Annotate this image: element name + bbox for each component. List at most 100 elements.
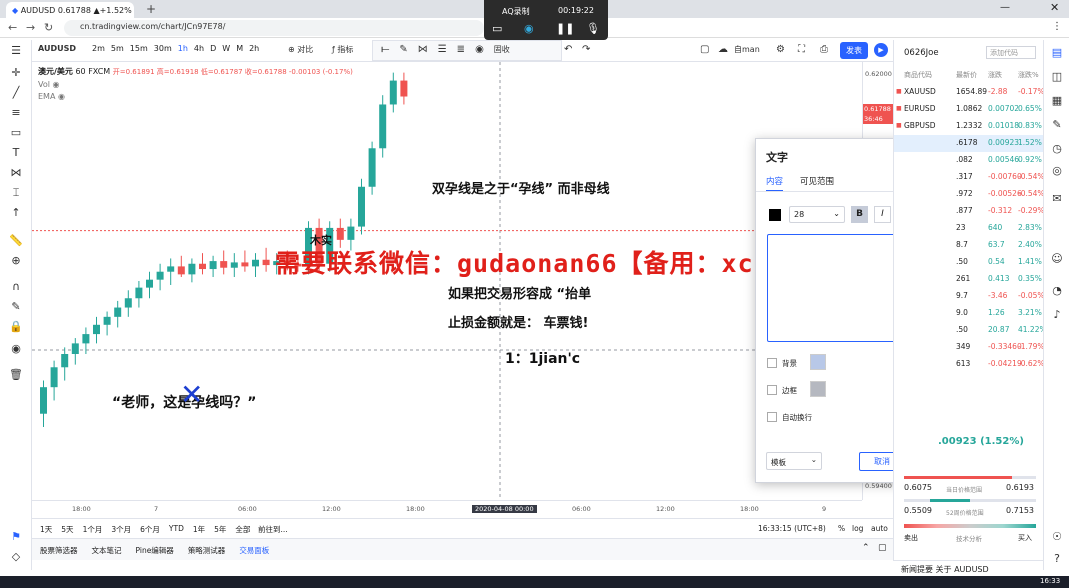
interval-M[interactable]: M [236, 44, 243, 53]
annotation-text-4[interactable]: 1：1jian'c [505, 348, 580, 368]
interval-30m[interactable]: 30m [154, 44, 172, 53]
interval-W[interactable]: W [222, 44, 230, 53]
bottom-tab[interactable]: 股票筛选器 [40, 545, 78, 556]
text-tool-icon[interactable]: T [9, 146, 23, 160]
pen-tool-icon[interactable]: ✎ [399, 44, 407, 57]
candle-body[interactable] [82, 334, 90, 344]
range-button[interactable]: 6个月 [140, 524, 160, 535]
recorder-mic-icon[interactable]: 🎙 [586, 22, 600, 35]
ruler-icon[interactable]: 📏 [9, 234, 23, 248]
watchlist-icon[interactable]: ▤ [1050, 46, 1064, 60]
template-dropdown[interactable]: 模板 ⌄ [766, 452, 822, 470]
ema-eye-icon[interactable]: ◉ [58, 92, 65, 101]
candle-body[interactable] [124, 298, 132, 308]
reload-icon[interactable]: ↻ [44, 21, 53, 34]
bottom-tab[interactable]: 文本笔记 [92, 545, 122, 556]
details-icon[interactable]: ◫ [1050, 70, 1064, 84]
arrow-up-icon[interactable]: ↑ [9, 206, 23, 220]
hands-icon[interactable]: ☉ [1050, 530, 1064, 544]
menu-icon[interactable]: ☰ [9, 44, 23, 58]
fullscreen-icon[interactable]: ⛶ [798, 44, 805, 55]
window-close-icon[interactable]: ✕ [1050, 1, 1059, 14]
table-row[interactable]: 613 -0.04219 -0.62% [894, 356, 1045, 373]
interval-2h[interactable]: 2h [249, 44, 259, 53]
candle-body[interactable] [177, 266, 185, 275]
candle-body[interactable] [358, 186, 365, 227]
chart-icon[interactable]: ◔ [1050, 284, 1064, 298]
username-label[interactable]: 自man [734, 44, 760, 55]
candle-body[interactable] [50, 367, 58, 388]
table-row[interactable]: ■ XAUUSD 1654.89 -2.88 -0.17% [894, 84, 1045, 101]
candle-body[interactable] [230, 262, 238, 268]
back-arrow-icon[interactable]: ← [8, 21, 17, 34]
candle-body[interactable] [379, 104, 387, 149]
range-button[interactable]: 1个月 [83, 524, 103, 535]
table-row[interactable]: 261 0.413 0.35% [894, 271, 1044, 288]
clock-icon[interactable]: ◷ [1050, 142, 1064, 156]
news-bar[interactable]: 新闻提要 关于 AUDUSD [893, 560, 1043, 576]
calendar-icon[interactable]: ▦ [1050, 94, 1064, 108]
interval-15m[interactable]: 15m [130, 44, 148, 53]
bold-button[interactable]: B [851, 206, 868, 223]
recorder-pause-icon[interactable]: ❚❚ [556, 22, 574, 35]
interval-5m[interactable]: 5m [111, 44, 124, 53]
goto-date-button[interactable]: 前往到... [258, 524, 288, 535]
annotation-text-1[interactable]: 双孕线是之于“孕线” 而非母线 [432, 178, 610, 197]
range-button[interactable]: 全部 [235, 524, 250, 535]
horizontal-lines-icon[interactable]: ≡ [9, 106, 23, 120]
italic-button[interactable]: I [874, 206, 891, 223]
maximize-panel-icon[interactable]: ▢ [878, 543, 887, 553]
legend-vol[interactable]: Vol [38, 80, 50, 89]
collapse-panel-icon[interactable]: ⌃ [862, 543, 870, 553]
table-row[interactable]: 9.7 -3.46 -0.05% [894, 288, 1045, 305]
table-row[interactable]: ■ EURUSD 1.0862 0.00702 0.65% [894, 101, 1044, 118]
text-style-icon[interactable]: ≣ [457, 44, 465, 57]
candle-body[interactable] [347, 226, 355, 240]
range-button[interactable]: YTD [169, 524, 184, 535]
table-row[interactable]: .082 0.00546 0.92% [894, 152, 1044, 169]
candle-body[interactable] [252, 259, 259, 267]
undo-icon[interactable]: ↶ [564, 44, 572, 55]
table-row[interactable]: 8.7 63.7 2.40% [894, 237, 1044, 254]
table-row[interactable]: .877 -0.312 -0.29% [894, 203, 1045, 220]
gear-icon[interactable]: ⚙ [776, 44, 785, 55]
range-button[interactable]: 1天 [40, 524, 52, 535]
interval-4h[interactable]: 4h [194, 44, 204, 53]
zoom-icon[interactable]: ⊕ [9, 254, 23, 268]
table-row[interactable]: ■ GBPUSD 1.2332 0.01018 0.83% [894, 118, 1044, 135]
lock-icon[interactable]: 🔒 [9, 320, 23, 334]
range-button[interactable]: 3个月 [111, 524, 131, 535]
browser-tab[interactable]: ◆ AUDUSD 0.61788 ▲+1.52% 澳... [6, 2, 134, 18]
table-row[interactable]: 9.0 1.26 3.21% [894, 305, 1044, 322]
lock-drawings-icon[interactable]: ✎ [9, 300, 23, 314]
range-button[interactable]: 5年 [214, 524, 226, 535]
candle-body[interactable] [400, 80, 408, 97]
measure-icon[interactable]: ⌶ [9, 186, 23, 200]
indicators-button[interactable]: ƒ 指标 [332, 44, 353, 55]
layout-square-icon[interactable]: ▢ [700, 44, 709, 55]
candle-body[interactable] [241, 262, 249, 267]
candle-body[interactable] [114, 307, 122, 317]
ideas-icon[interactable]: ✎ [1050, 118, 1064, 132]
fib-tool-icon[interactable]: ☰ [438, 44, 447, 57]
candle-body[interactable] [209, 261, 217, 270]
redo-icon[interactable]: ↷ [582, 44, 590, 55]
table-row[interactable]: .50 0.54 1.41% [894, 254, 1044, 271]
vol-eye-icon[interactable]: ◉ [53, 80, 60, 89]
help-icon[interactable]: ? [1050, 552, 1064, 566]
recorder-window-icon[interactable]: ▭ [492, 22, 502, 35]
chat-icon[interactable]: ✉ [1050, 192, 1064, 206]
candle-body[interactable] [188, 263, 196, 275]
candle-body[interactable] [336, 227, 344, 240]
interval-1h[interactable]: 1h [178, 44, 188, 53]
alert-icon[interactable]: ◎ [1050, 164, 1064, 178]
url-bar[interactable]: cn.tradingview.com/chart/JCn97E78/ [64, 20, 484, 36]
table-row[interactable]: .317 -0.00760 -0.54% [894, 169, 1045, 186]
watchlist-header[interactable]: 最新价 [956, 70, 977, 80]
layout-label[interactable]: 固收 [494, 44, 510, 57]
tab-content[interactable]: 内容 [766, 175, 784, 192]
layers-icon[interactable]: ◇ [9, 550, 23, 564]
pattern-icon[interactable]: ⋈ [9, 166, 23, 180]
candle-body[interactable] [93, 324, 100, 335]
cloud-icon[interactable]: ☁ [718, 44, 728, 55]
